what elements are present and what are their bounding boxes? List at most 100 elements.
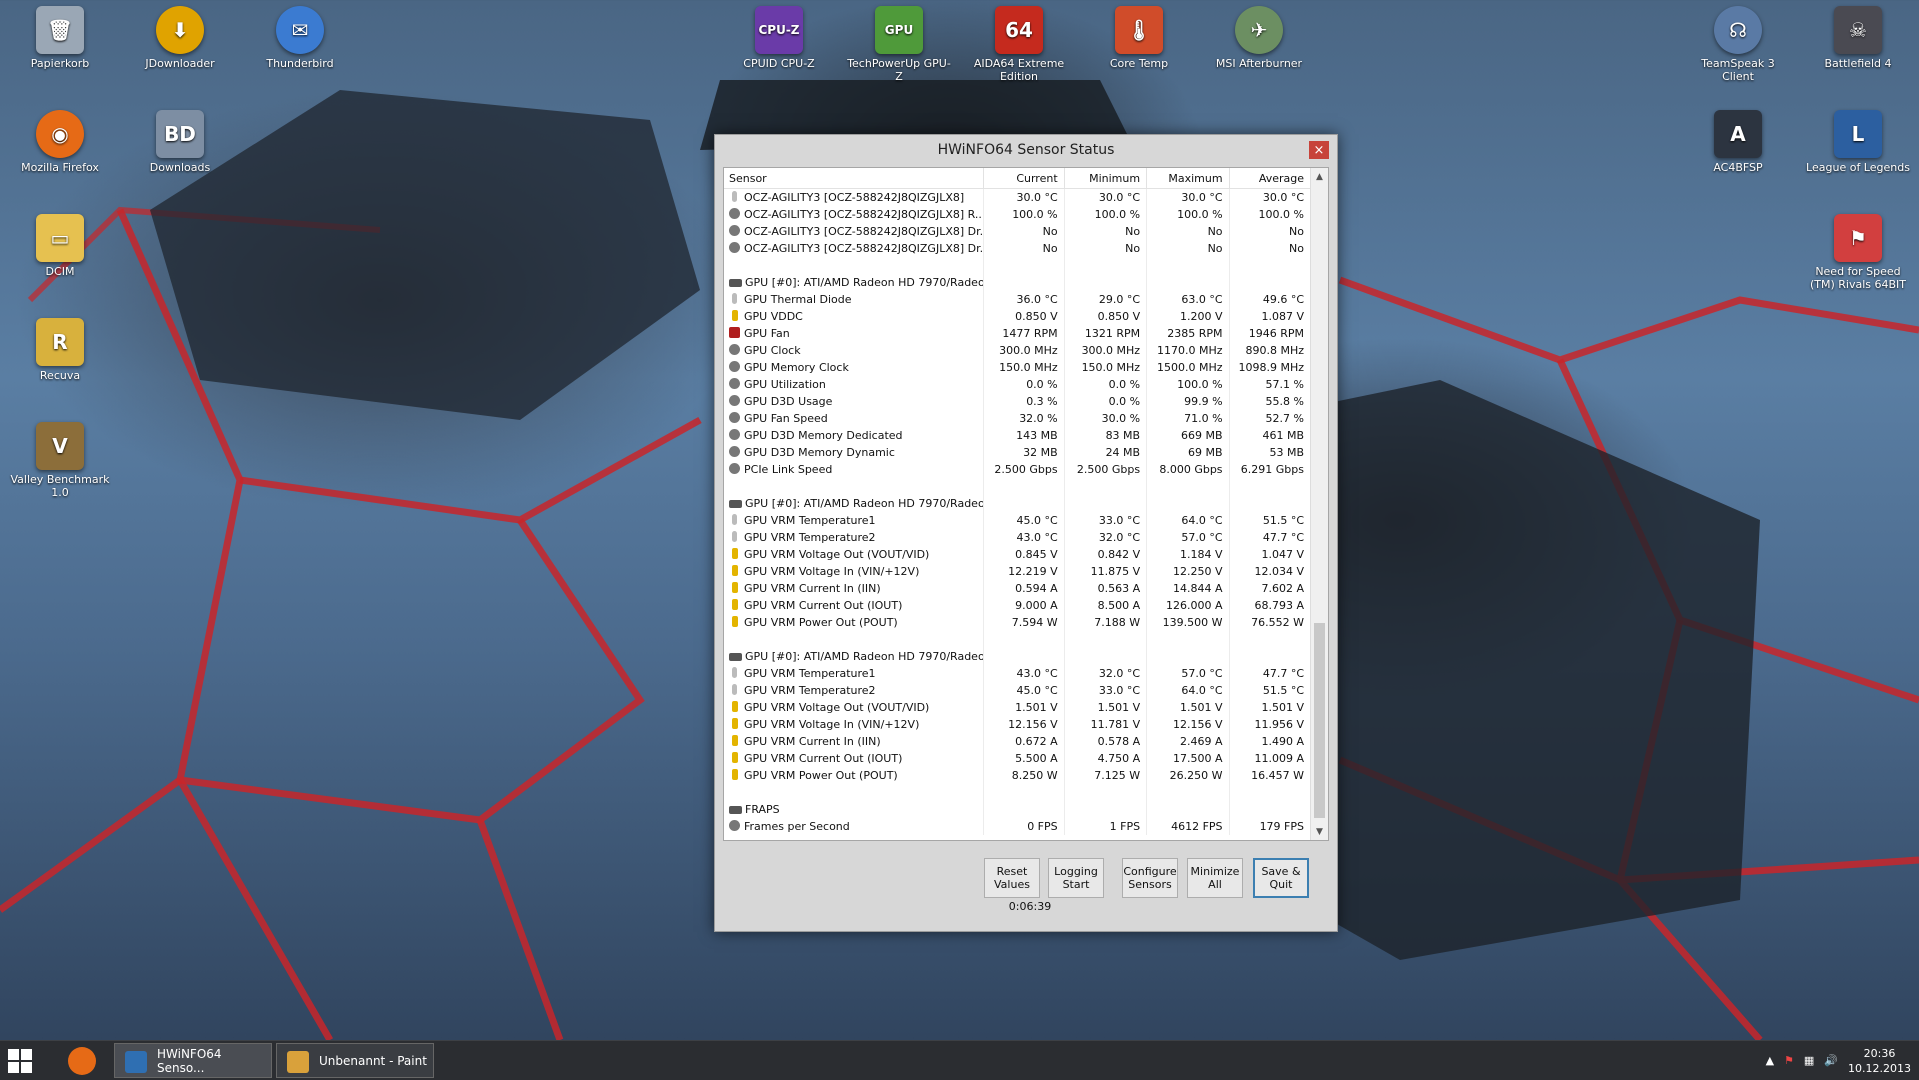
sensor-group-row[interactable]: GPU [#0]: ATI/AMD Radeon HD 7970/Radeo..… xyxy=(724,648,1312,665)
minimize-all-button[interactable]: Minimize All xyxy=(1187,858,1243,898)
column-header-current[interactable]: Current xyxy=(983,168,1065,189)
sensor-name: GPU Utilization xyxy=(744,378,826,391)
value-cell xyxy=(983,274,1065,291)
table-row[interactable]: GPU VRM Temperature2 43.0 °C 32.0 °C 57.0 °… xyxy=(724,529,1312,546)
table-row[interactable]: GPU VRM Power Out (POUT) 8.250 W 7.125 W 26… xyxy=(724,767,1312,784)
table-row[interactable]: OCZ-AGILITY3 [OCZ-588242J8QIZGJLX8] R...… xyxy=(724,206,1312,223)
value-cell: 30.0 °C xyxy=(983,188,1065,206)
value-cell: 11.009 A xyxy=(1229,750,1312,767)
desktop-icon-valley[interactable]: V Valley Benchmark 1.0 xyxy=(8,418,112,514)
table-row[interactable]: GPU Clock 300.0 MHz 300.0 MHz 1170.0 MHz 890… xyxy=(724,342,1312,359)
sensor-panel[interactable]: Sensor Current Minimum Maximum Average O… xyxy=(723,167,1329,841)
sensor-group-row[interactable]: FRAPS xyxy=(724,801,1312,818)
value-cell: 68.793 A xyxy=(1229,597,1312,614)
table-row[interactable]: GPU D3D Memory Dedicated 143 MB 83 MB 669 M… xyxy=(724,427,1312,444)
table-row[interactable]: PCIe Link Speed 2.500 Gbps 2.500 Gbps 8.000… xyxy=(724,461,1312,478)
taskbar-firefox[interactable] xyxy=(62,1041,102,1080)
desktop-icon-jdownloader[interactable]: ⬇ JDownloader xyxy=(128,2,232,98)
table-spacer-row xyxy=(724,784,1312,801)
flag-icon[interactable]: ⚑ xyxy=(1784,1054,1794,1067)
value-cell xyxy=(983,495,1065,512)
table-row[interactable]: GPU Memory Clock 150.0 MHz 150.0 MHz 1500.0… xyxy=(724,359,1312,376)
table-row[interactable]: Frames per Second 0 FPS 1 FPS 4612 FPS 179 F… xyxy=(724,818,1312,835)
table-row[interactable]: GPU VRM Temperature1 45.0 °C 33.0 °C 64.0 °… xyxy=(724,512,1312,529)
start-button[interactable] xyxy=(8,1041,40,1080)
table-row[interactable]: GPU VRM Voltage Out (VOUT/VID) 0.845 V 0.8… xyxy=(724,546,1312,563)
table-row[interactable]: GPU Fan 1477 RPM 1321 RPM 2385 RPM 1946 RPM xyxy=(724,325,1312,342)
scroll-thumb[interactable] xyxy=(1314,623,1325,818)
table-spacer-row xyxy=(724,257,1312,274)
voltage-icon xyxy=(732,718,738,729)
table-row[interactable]: GPU D3D Usage 0.3 % 0.0 % 99.9 % 55.8 % xyxy=(724,393,1312,410)
volume-icon[interactable]: 🔊 xyxy=(1824,1054,1838,1067)
desktop-icon-coretemp[interactable]: 🌡 Core Temp xyxy=(1087,2,1191,98)
desktop-icon-aida[interactable]: 64 AIDA64 Extreme Edition xyxy=(967,2,1071,98)
window-titlebar[interactable]: HWiNFO64 Sensor Status × xyxy=(715,135,1337,165)
table-cell xyxy=(1146,784,1230,801)
value-cell xyxy=(1064,495,1148,512)
desktop-icon-lol[interactable]: L League of Legends xyxy=(1806,106,1910,202)
desktop-icon-bf4[interactable]: ☠ Battlefield 4 xyxy=(1806,2,1910,98)
table-row[interactable]: OCZ-AGILITY3 [OCZ-588242J8QIZGJLX8] 30.0 … xyxy=(724,188,1312,206)
value-cell: 1321 RPM xyxy=(1064,325,1148,342)
column-header-maximum[interactable]: Maximum xyxy=(1146,168,1230,189)
logging-start-button[interactable]: Logging Start xyxy=(1048,858,1104,898)
taskbar-task-paint[interactable]: Unbenannt - Paint xyxy=(276,1043,434,1078)
close-button[interactable]: × xyxy=(1309,141,1329,159)
table-row[interactable]: OCZ-AGILITY3 [OCZ-588242J8QIZGJLX8] Dr..… xyxy=(724,240,1312,257)
table-row[interactable]: GPU VRM Current In (IIN) 0.672 A 0.578 A 2.… xyxy=(724,733,1312,750)
table-row[interactable]: GPU Fan Speed 32.0 % 30.0 % 71.0 % 52.7 % xyxy=(724,410,1312,427)
desktop-icon-firefox[interactable]: ◉ Mozilla Firefox xyxy=(8,106,112,202)
hwinfo-window[interactable]: HWiNFO64 Sensor Status × Sensor Current … xyxy=(714,134,1338,932)
table-row[interactable]: GPU VRM Voltage In (VIN/+12V) 12.219 V 11.… xyxy=(724,563,1312,580)
desktop-icon-recuva[interactable]: R Recuva xyxy=(8,314,112,410)
column-header-average[interactable]: Average xyxy=(1229,168,1312,189)
desktop-icon-ac4[interactable]: A AC4BFSP xyxy=(1686,106,1790,202)
reset-values-button[interactable]: Reset Values xyxy=(984,858,1040,898)
table-row[interactable]: GPU VRM Current Out (IOUT) 5.500 A 4.750 A… xyxy=(724,750,1312,767)
desktop-icon-downloads[interactable]: BD Downloads xyxy=(128,106,232,202)
gauge-icon xyxy=(729,395,740,406)
value-cell: 1.047 V xyxy=(1229,546,1312,563)
table-row[interactable]: GPU VRM Temperature2 45.0 °C 33.0 °C 64.0 °… xyxy=(724,682,1312,699)
table-row[interactable]: GPU VRM Voltage Out (VOUT/VID) 1.501 V 1.5… xyxy=(724,699,1312,716)
clock[interactable]: 20:36 10.12.2013 xyxy=(1848,1046,1911,1076)
configure-sensors-button[interactable]: Configure Sensors xyxy=(1122,858,1178,898)
desktop-icon-teamspeak[interactable]: ☊ TeamSpeak 3 Client xyxy=(1686,2,1790,98)
table-row[interactable]: GPU VRM Temperature1 43.0 °C 32.0 °C 57.0 °… xyxy=(724,665,1312,682)
desktop-icon-recycle[interactable]: 🗑 Papierkorb xyxy=(8,2,112,98)
table-row[interactable]: GPU VRM Current In (IIN) 0.594 A 0.563 A 14… xyxy=(724,580,1312,597)
table-row[interactable]: OCZ-AGILITY3 [OCZ-588242J8QIZGJLX8] Dr..… xyxy=(724,223,1312,240)
desktop-icon-gpuz[interactable]: GPU TechPowerUp GPU-Z xyxy=(847,2,951,98)
gauge-icon xyxy=(729,242,740,253)
desktop-icon-thunderbird[interactable]: ✉ Thunderbird xyxy=(248,2,352,98)
vertical-scrollbar[interactable]: ▲ ▼ xyxy=(1310,168,1328,840)
table-row[interactable]: GPU VRM Power Out (POUT) 7.594 W 7.188 W 13… xyxy=(724,614,1312,631)
table-row[interactable]: GPU Thermal Diode 36.0 °C 29.0 °C 63.0 °C 49… xyxy=(724,291,1312,308)
sensor-group-row[interactable]: GPU [#0]: ATI/AMD Radeon HD 7970/Radeo..… xyxy=(724,495,1312,512)
desktop-icon-cpuz[interactable]: CPU-Z CPUID CPU-Z xyxy=(727,2,831,98)
sensor-group-row[interactable]: GPU [#0]: ATI/AMD Radeon HD 7970/Radeo..… xyxy=(724,274,1312,291)
sensor-name: PCIe Link Speed xyxy=(744,463,833,476)
value-cell: 47.7 °C xyxy=(1229,665,1312,682)
column-header-minimum[interactable]: Minimum xyxy=(1064,168,1148,189)
scroll-down-icon[interactable]: ▼ xyxy=(1311,823,1328,840)
table-row[interactable]: GPU Utilization 0.0 % 0.0 % 100.0 % 57.1 % xyxy=(724,376,1312,393)
save-quit-button[interactable]: Save & Quit xyxy=(1253,858,1309,898)
scroll-up-icon[interactable]: ▲ xyxy=(1311,168,1328,185)
desktop-icon-afterburner[interactable]: ✈ MSI Afterburner xyxy=(1207,2,1311,98)
sensor-name-cell: GPU VDDC xyxy=(724,308,985,325)
table-row[interactable]: GPU D3D Memory Dynamic 32 MB 24 MB 69 MB 53 … xyxy=(724,444,1312,461)
column-header-sensor[interactable]: Sensor xyxy=(724,168,985,189)
value-cell: 64.0 °C xyxy=(1146,512,1230,529)
show-hidden-icons-icon[interactable]: ▲ xyxy=(1766,1054,1774,1067)
desktop-icon-nfs[interactable]: ⚑ Need for Speed (TM) Rivals 64BIT xyxy=(1806,210,1910,306)
taskbar-task-hwinfo[interactable]: HWiNFO64 Senso... xyxy=(114,1043,272,1078)
network-icon[interactable]: ▦ xyxy=(1804,1054,1814,1067)
table-row[interactable]: GPU VRM Voltage In (VIN/+12V) 12.156 V 11.… xyxy=(724,716,1312,733)
desktop-icon-dcim[interactable]: ▭ DCIM xyxy=(8,210,112,306)
clock-time: 20:36 xyxy=(1863,1046,1896,1060)
table-row[interactable]: GPU VDDC 0.850 V 0.850 V 1.200 V 1.087 V xyxy=(724,308,1312,325)
table-row[interactable]: GPU VRM Current Out (IOUT) 9.000 A 8.500 A… xyxy=(724,597,1312,614)
voltage-icon xyxy=(732,582,738,593)
